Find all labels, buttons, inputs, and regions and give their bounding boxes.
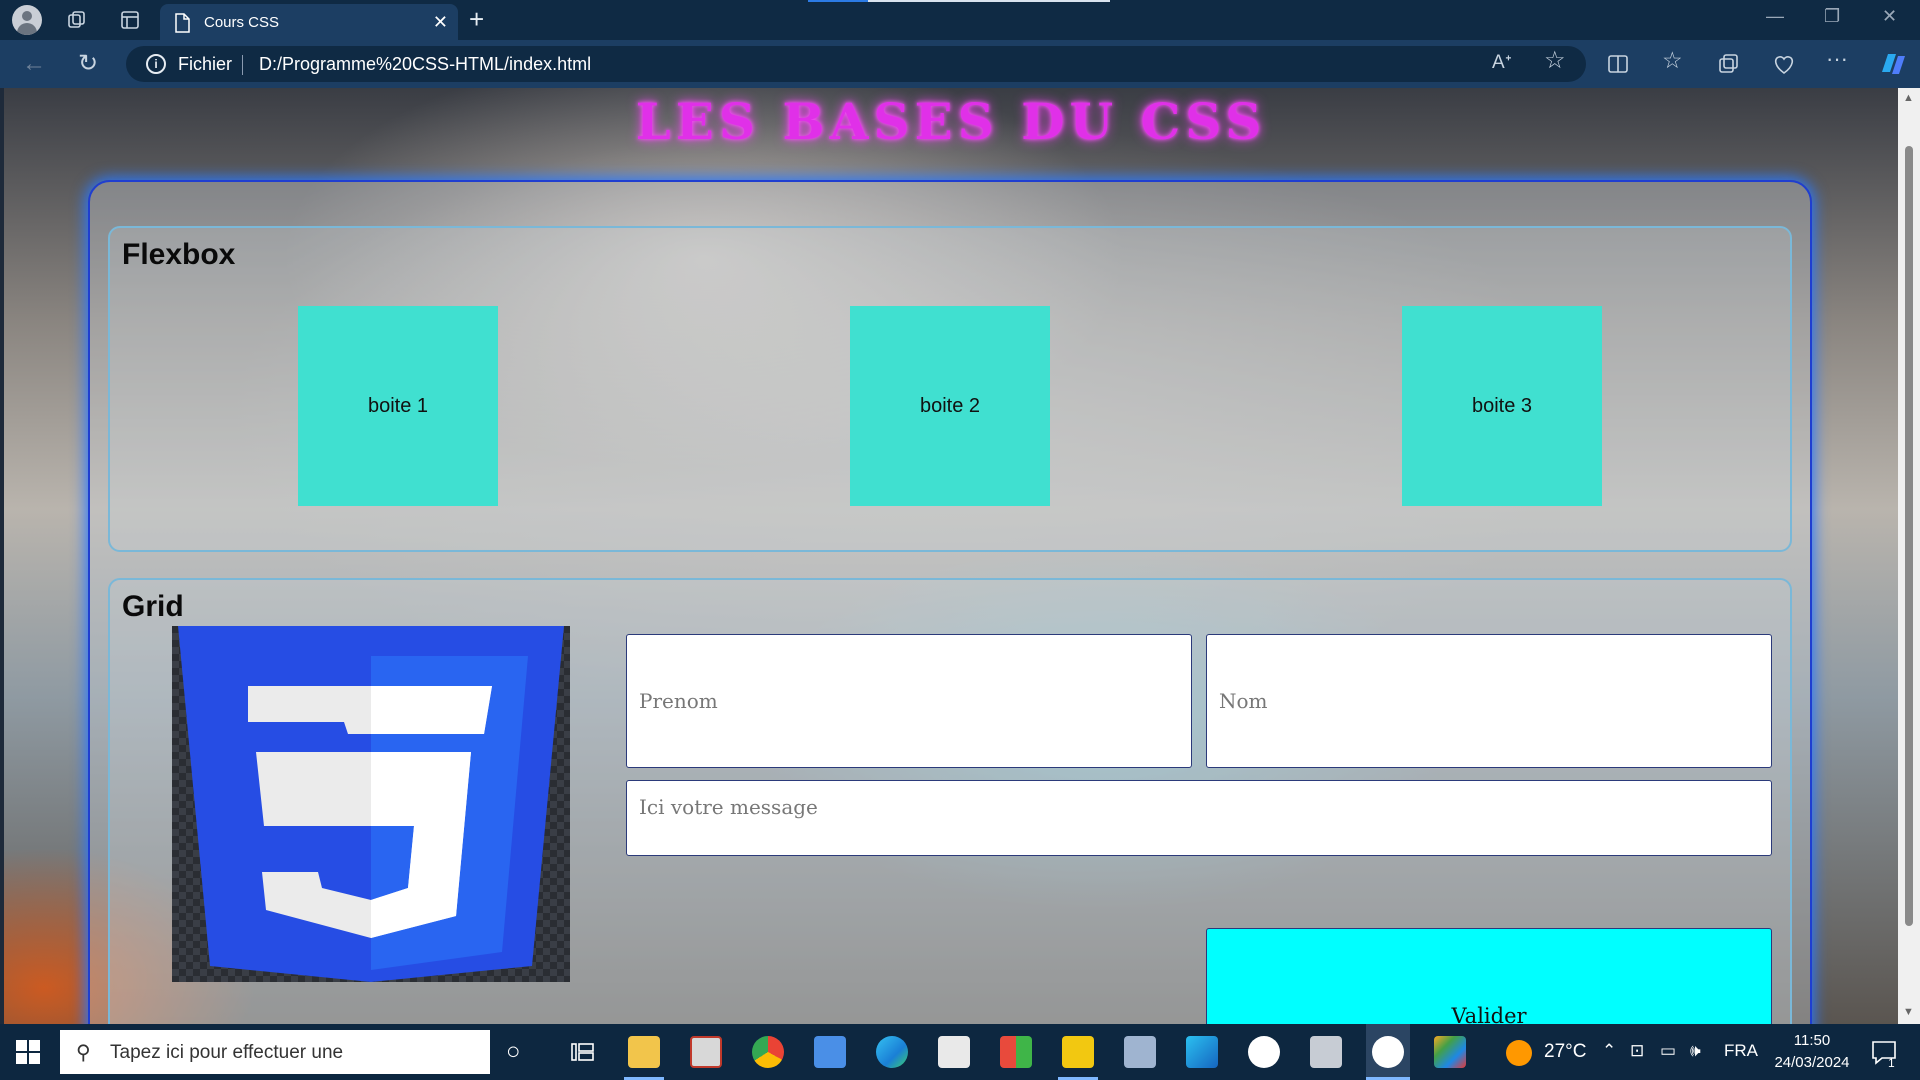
flex-box-3-label: boite 3 — [1471, 395, 1533, 417]
message-field[interactable] — [626, 780, 1772, 856]
clock-time: 11:50 — [1793, 1032, 1831, 1049]
profile-avatar[interactable] — [12, 5, 42, 35]
volume-icon[interactable]: 🕪 — [1690, 1041, 1701, 1061]
tab-close-icon[interactable]: ✕ — [433, 12, 448, 32]
flex-box-1: boite 1 — [298, 306, 498, 506]
notification-count: 1 — [1888, 1056, 1895, 1070]
page-title: LES BASES DU CSS — [635, 92, 1267, 151]
flex-box-1-label: boite 1 — [367, 395, 429, 417]
windows-taskbar: ⚲ Tapez ici pour effectuer une ○ 27°C ⌃ … — [0, 1024, 1920, 1080]
xampp-icon[interactable] — [690, 1036, 722, 1068]
page-viewport: LES BASES DU CSS Flexbox boite 1 boite 2… — [4, 88, 1898, 1024]
clock[interactable]: 11:50 24/03/2024 — [1762, 1030, 1862, 1074]
browser-toolbar: ← ↻ i Fichier D:/Programme%20CSS-HTML/in… — [0, 40, 1920, 88]
weather-icon[interactable] — [1506, 1040, 1532, 1066]
flex-box-3: boite 3 — [1402, 306, 1602, 506]
copilot-icon[interactable] — [1878, 50, 1908, 78]
browser-titlebar: Cours CSS ✕ + — ❐ ✕ — [0, 0, 1920, 40]
search-icon: ⚲ — [76, 1042, 91, 1064]
address-label: Fichier — [178, 54, 233, 74]
tab-title: Cours CSS — [204, 14, 280, 31]
language-indicator[interactable]: FRA — [1724, 1041, 1758, 1061]
edge-icon[interactable] — [876, 1036, 908, 1068]
nom-field[interactable] — [1206, 634, 1772, 768]
microsoft-store-icon[interactable] — [814, 1036, 846, 1068]
address-divider — [242, 55, 243, 75]
taskbar-search-placeholder: Tapez ici pour effectuer une — [110, 1042, 344, 1063]
remote-desktop-icon[interactable] — [1124, 1036, 1156, 1068]
collections-icon[interactable] — [1717, 53, 1739, 75]
task-view-icon[interactable] — [566, 1036, 598, 1068]
network-icon[interactable]: ⊡ — [1630, 1041, 1644, 1061]
github-icon[interactable] — [1248, 1036, 1280, 1068]
css3-shield-icon — [178, 626, 564, 982]
split-screen-icon[interactable] — [1607, 53, 1629, 75]
document-icon — [175, 13, 190, 33]
url-text[interactable]: D:/Programme%20CSS-HTML/index.html — [259, 54, 591, 75]
show-hidden-icons-icon[interactable]: ⌃ — [1602, 1041, 1616, 1061]
prenom-field[interactable] — [626, 634, 1192, 768]
loading-indicator — [808, 0, 868, 2]
message-textarea[interactable] — [627, 781, 1771, 855]
favorite-star-icon[interactable]: ☆ — [1544, 48, 1566, 74]
nom-input[interactable] — [1207, 635, 1771, 767]
page-scrollbar[interactable]: ▲ ▼ — [1898, 88, 1920, 1024]
scroll-down-icon[interactable]: ▼ — [1903, 1006, 1914, 1018]
battery-icon[interactable]: ▭ — [1660, 1041, 1676, 1061]
workspaces-icon[interactable] — [66, 9, 88, 31]
close-window-button[interactable]: ✕ — [1882, 6, 1897, 27]
restore-button[interactable]: ❐ — [1824, 6, 1840, 27]
taskbar-search[interactable]: ⚲ Tapez ici pour effectuer une — [60, 1030, 490, 1074]
address-bar[interactable]: i Fichier D:/Programme%20CSS-HTML/index.… — [126, 46, 1586, 82]
info-icon[interactable]: i — [146, 54, 166, 74]
refresh-icon[interactable]: ↻ — [78, 50, 98, 78]
flex-box-2-label: boite 2 — [919, 395, 981, 417]
css3-logo-image — [172, 626, 570, 982]
minimize-button[interactable]: — — [1766, 6, 1784, 27]
windows-start-icon[interactable] — [16, 1040, 40, 1064]
git-icon[interactable] — [1434, 1036, 1466, 1068]
read-aloud-icon[interactable]: Aᐩ — [1492, 50, 1512, 76]
flexbox-heading: Flexbox — [122, 238, 236, 271]
tab-cours-css[interactable]: Cours CSS ✕ — [160, 4, 458, 40]
clock-date: 24/03/2024 — [1774, 1054, 1850, 1071]
snipping-tool-icon[interactable] — [1372, 1036, 1404, 1068]
scroll-thumb[interactable] — [1905, 146, 1913, 926]
devices-icon[interactable] — [1310, 1036, 1342, 1068]
browser-essentials-icon[interactable] — [1772, 53, 1796, 75]
more-options-icon[interactable]: ··· — [1826, 46, 1848, 72]
file-explorer-icon[interactable] — [628, 1036, 660, 1068]
scroll-up-icon[interactable]: ▲ — [1903, 92, 1914, 104]
valider-button[interactable]: Valider — [1206, 928, 1772, 1024]
cortana-icon[interactable]: ○ — [506, 1036, 521, 1068]
new-tab-button[interactable]: + — [469, 4, 484, 34]
back-arrow-icon[interactable]: ← — [22, 50, 46, 78]
flex-box-2: boite 2 — [850, 306, 1050, 506]
office-icon[interactable] — [1000, 1036, 1032, 1068]
chrome-icon[interactable] — [752, 1036, 784, 1068]
tab-actions-icon[interactable] — [119, 9, 141, 31]
power-bi-icon[interactable] — [1062, 1036, 1094, 1068]
temperature[interactable]: 27°C — [1544, 1041, 1586, 1063]
flexbox-section: Flexbox boite 1 boite 2 boite 3 — [108, 226, 1792, 552]
favorites-icon[interactable]: ☆ — [1662, 47, 1683, 73]
azure-data-studio-icon[interactable] — [1186, 1036, 1218, 1068]
mail-icon[interactable] — [938, 1036, 970, 1068]
prenom-input[interactable] — [627, 635, 1191, 767]
grid-heading: Grid — [122, 590, 184, 623]
